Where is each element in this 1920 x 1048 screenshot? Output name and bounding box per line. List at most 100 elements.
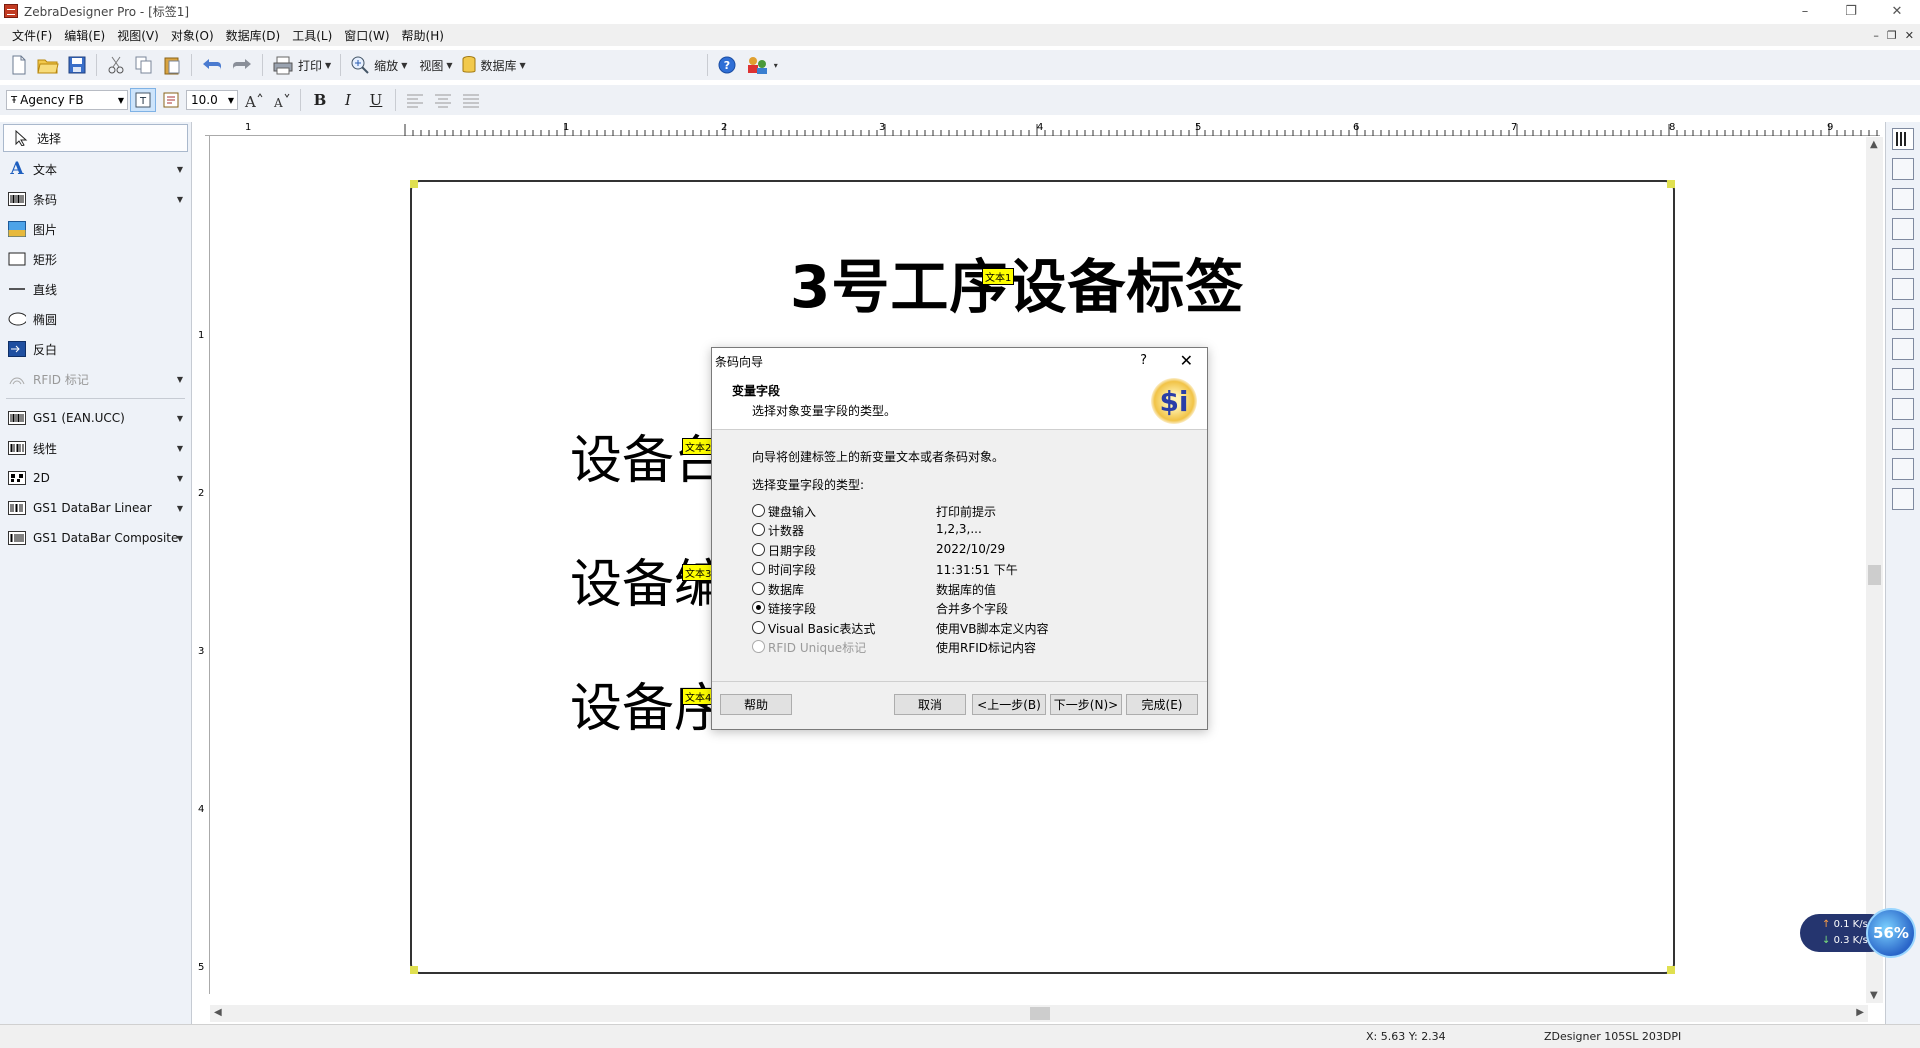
same-width-icon[interactable]: [1892, 338, 1914, 360]
chevron-down-icon[interactable]: ▼: [177, 414, 183, 423]
menu-view[interactable]: 视图(V): [111, 27, 165, 44]
menu-database[interactable]: 数据库(D): [220, 27, 287, 44]
option-counter[interactable]: 计数器 1,2,3,...: [752, 521, 1172, 539]
scroll-up-icon[interactable]: ▲: [1870, 139, 1878, 150]
chevron-down-icon[interactable]: ▼: [177, 474, 183, 483]
back-button[interactable]: <上一步(B): [972, 694, 1046, 715]
tool-barcode[interactable]: 条码 ▼: [0, 184, 191, 214]
zoom-button[interactable]: 缩放 ▼: [347, 53, 410, 77]
vertical-scrollbar[interactable]: ▲ ▼: [1866, 137, 1883, 1003]
align-left-edges-icon[interactable]: [1892, 128, 1914, 150]
menu-tools[interactable]: 工具(L): [286, 27, 338, 44]
users-button[interactable]: ▾: [742, 53, 781, 77]
font-family-select[interactable]: Ŧ Agency FB ▼: [6, 90, 128, 110]
radio-button[interactable]: [752, 582, 765, 595]
radio-button[interactable]: [752, 543, 765, 556]
grow-font-button[interactable]: A: [240, 88, 266, 112]
label-title-text[interactable]: 3号工序设备标签: [790, 240, 1244, 324]
chevron-down-icon[interactable]: ▼: [446, 61, 452, 70]
tool-rfid[interactable]: RFID 标记 ▼: [0, 364, 191, 394]
undo-button[interactable]: [198, 53, 226, 77]
mdi-restore-button[interactable]: ❐: [1887, 29, 1897, 42]
ungroup-icon[interactable]: [1892, 458, 1914, 480]
next-button[interactable]: 下一步(N)>: [1050, 694, 1122, 715]
radio-button[interactable]: [752, 621, 765, 634]
tool-select[interactable]: 选择: [3, 124, 188, 152]
tool-text[interactable]: A 文本 ▼: [0, 154, 191, 184]
align-right-button[interactable]: [458, 88, 484, 112]
align-left-button[interactable]: [402, 88, 428, 112]
restore-button[interactable]: ❐: [1828, 0, 1874, 22]
help-button-dialog[interactable]: 帮助: [720, 694, 792, 715]
tool-inverse[interactable]: 反白: [0, 334, 191, 364]
radio-button-selected[interactable]: [752, 601, 765, 614]
tool-rectangle[interactable]: 矩形: [0, 244, 191, 274]
radio-button[interactable]: [752, 523, 765, 536]
same-height-icon[interactable]: [1892, 368, 1914, 390]
chevron-down-icon[interactable]: ▼: [177, 534, 183, 543]
paste-button[interactable]: [159, 53, 185, 77]
help-button[interactable]: ?: [714, 53, 740, 77]
tool-picture[interactable]: 图片: [0, 214, 191, 244]
dialog-help-button[interactable]: ?: [1140, 353, 1147, 368]
menu-edit[interactable]: 编辑(E): [58, 27, 111, 44]
align-horizontal-icon[interactable]: [1892, 158, 1914, 180]
align-right-edges-icon[interactable]: [1892, 218, 1914, 240]
align-top-icon[interactable]: [1892, 248, 1914, 270]
chevron-down-icon[interactable]: ▼: [177, 375, 183, 384]
radio-button[interactable]: [752, 562, 765, 575]
chevron-down-icon[interactable]: ▼: [520, 61, 526, 70]
chevron-down-icon[interactable]: ▼: [177, 504, 183, 513]
network-speed-widget[interactable]: ↑ 0.1 K/s ↓ 0.3 K/s 56%: [1800, 908, 1918, 958]
properties-icon[interactable]: [1892, 488, 1914, 510]
rotate-icon[interactable]: [1892, 398, 1914, 420]
italic-button[interactable]: I: [335, 88, 361, 112]
option-database[interactable]: 数据库 数据库的值: [752, 580, 1172, 598]
chevron-down-icon[interactable]: ▼: [177, 444, 183, 453]
align-center-button[interactable]: [430, 88, 456, 112]
view-button[interactable]: 视图 ▼: [412, 53, 455, 77]
finish-button[interactable]: 完成(E): [1126, 694, 1198, 715]
tool-gs1-databar-linear[interactable]: GS1 DataBar Linear ▼: [0, 493, 191, 523]
close-button[interactable]: ✕: [1874, 0, 1920, 22]
tool-linear[interactable]: 线性 ▼: [0, 433, 191, 463]
chevron-down-icon[interactable]: ▼: [177, 195, 183, 204]
scroll-thumb[interactable]: [1868, 565, 1881, 585]
radio-button[interactable]: [752, 504, 765, 517]
minimize-button[interactable]: –: [1782, 0, 1828, 22]
group-icon[interactable]: [1892, 428, 1914, 450]
align-middle-icon[interactable]: [1892, 278, 1914, 300]
mdi-close-button[interactable]: ✕: [1905, 29, 1914, 42]
menu-object[interactable]: 对象(O): [165, 27, 220, 44]
font-size-select[interactable]: 10.0 ▼: [186, 90, 238, 110]
option-date-field[interactable]: 日期字段 2022/10/29: [752, 541, 1172, 559]
text-object-tag[interactable]: 文本2: [682, 438, 715, 455]
cut-button[interactable]: [103, 53, 129, 77]
scroll-left-icon[interactable]: ◀: [214, 1007, 222, 1018]
open-file-button[interactable]: [34, 53, 62, 77]
chevron-down-icon[interactable]: ▾: [774, 61, 778, 70]
align-center-vertical-icon[interactable]: [1892, 188, 1914, 210]
redo-button[interactable]: [228, 53, 256, 77]
text-options-button[interactable]: [158, 88, 184, 112]
print-button[interactable]: 打印 ▼: [269, 53, 334, 77]
tool-gs1-databar-composite[interactable]: GS1 DataBar Composite ▼: [0, 523, 191, 553]
dialog-close-button[interactable]: ✕: [1180, 351, 1193, 370]
save-button[interactable]: [64, 53, 90, 77]
option-visual-basic[interactable]: Visual Basic表达式 使用VB脚本定义内容: [752, 619, 1172, 637]
chevron-down-icon[interactable]: ▼: [325, 61, 331, 70]
menu-help[interactable]: 帮助(H): [396, 27, 450, 44]
copy-button[interactable]: [131, 53, 157, 77]
text-object-tag[interactable]: 文本4: [682, 688, 715, 705]
tool-2d[interactable]: 2D ▼: [0, 463, 191, 493]
scroll-down-icon[interactable]: ▼: [1870, 990, 1878, 1001]
bold-button[interactable]: B: [307, 88, 333, 112]
chevron-down-icon[interactable]: ▼: [177, 165, 183, 174]
mdi-minimize-button[interactable]: –: [1873, 29, 1879, 42]
tool-line[interactable]: 直线: [0, 274, 191, 304]
label-field-text[interactable]: 设备台: [570, 418, 726, 493]
option-keyboard-input[interactable]: 键盘输入 打印前提示: [752, 502, 1172, 520]
text-fit-button[interactable]: T: [130, 88, 156, 112]
database-button[interactable]: 数据库 ▼: [458, 53, 529, 77]
menu-file[interactable]: 文件(F): [6, 27, 58, 44]
